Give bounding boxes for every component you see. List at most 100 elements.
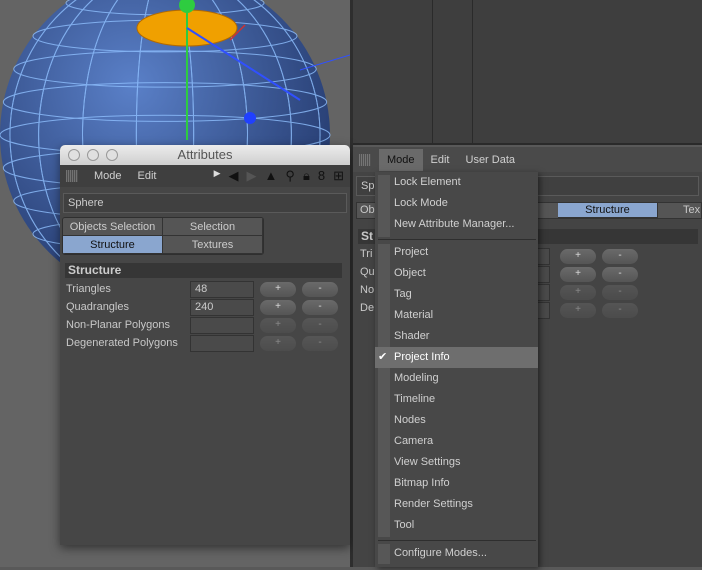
minimize-button[interactable] <box>87 149 99 161</box>
menu-item[interactable]: Bitmap Info <box>375 473 538 494</box>
menu-item[interactable]: Tool <box>375 515 538 536</box>
menu-item[interactable]: ✔ Project Info <box>375 347 538 368</box>
plus-button[interactable]: + <box>560 249 596 264</box>
minus-button[interactable]: - <box>602 249 638 264</box>
degenerated-field <box>190 334 254 352</box>
menu-item-label: Modeling <box>394 372 439 384</box>
play-arrow-icon[interactable]: ▶ <box>214 168 221 184</box>
tab-structure[interactable]: Structure <box>558 203 658 218</box>
row-label: Non-Planar Polygons <box>66 319 170 331</box>
close-button[interactable] <box>68 149 80 161</box>
menu-item-label: Camera <box>394 435 434 447</box>
grip-icon[interactable] <box>66 170 78 182</box>
menu-mode[interactable]: Mode <box>379 148 423 171</box>
row-degenerated: Degenerated Polygons + - <box>66 334 350 352</box>
menu-item-label: Project Info <box>394 351 450 363</box>
minus-button[interactable]: - <box>302 299 338 315</box>
minus-button: - <box>602 303 638 318</box>
minus-button: - <box>302 317 338 333</box>
minus-button: - <box>302 335 338 351</box>
lock-icon[interactable]: 🔒︎ <box>303 168 310 184</box>
checkmark-icon: ✔ <box>378 351 388 363</box>
tab-structure[interactable]: Structure <box>63 236 163 254</box>
grip-icon[interactable] <box>359 153 371 166</box>
menu-bar: Mode Edit User Data <box>353 147 702 172</box>
tab-objects[interactable]: Ob <box>360 203 375 218</box>
menu-separator <box>378 540 536 541</box>
menu-item[interactable]: New Attribute Manager... <box>375 214 538 235</box>
menu-item[interactable]: Lock Element <box>375 172 538 193</box>
plus-button: + <box>560 285 596 300</box>
plus-button[interactable]: + <box>260 299 296 315</box>
menu-bar: Mode Edit ▶ ◀ ▶ ▲ ⚲ 🔒︎ 8 ⊞ <box>60 165 350 187</box>
plus-button[interactable]: + <box>260 281 296 297</box>
search-icon[interactable]: ⚲ <box>285 168 295 184</box>
quadrangles-field[interactable]: 240 <box>190 298 254 316</box>
menu-item[interactable]: Timeline <box>375 389 538 410</box>
row-label: Degenerated Polygons <box>66 337 178 349</box>
menu-item-label: Render Settings <box>394 498 473 510</box>
timeline-panel <box>353 0 702 145</box>
minus-button[interactable]: - <box>602 267 638 282</box>
triangles-field[interactable]: 48 <box>190 280 254 298</box>
object-name: Sphere <box>63 193 347 213</box>
non-planar-field <box>190 316 254 334</box>
link-icon[interactable]: 8 <box>318 168 325 184</box>
menu-item[interactable]: Render Settings <box>375 494 538 515</box>
menu-edit[interactable]: Edit <box>423 149 458 171</box>
plus-button: + <box>260 335 296 351</box>
zoom-button[interactable] <box>106 149 118 161</box>
menu-mode[interactable]: Mode <box>86 165 130 187</box>
menu-item[interactable]: Modeling <box>375 368 538 389</box>
row-label: De <box>360 302 375 314</box>
mode-dropdown-menu: Lock Element Lock Mode New Attribute Manag… <box>375 172 538 567</box>
tab-selection[interactable]: Selection <box>163 218 263 236</box>
row-label: Triangles <box>66 283 111 295</box>
minus-button: - <box>602 285 638 300</box>
tab-group: Objects Selection Selection Structure Te… <box>62 217 264 255</box>
menu-item-label: Tag <box>394 288 412 300</box>
minus-button[interactable]: - <box>302 281 338 297</box>
menu-item-label: Material <box>394 309 434 321</box>
row-label: Quadrangles <box>66 301 129 313</box>
window-title: Attributes <box>177 147 233 162</box>
menu-item-configure-modes[interactable]: Configure Modes... <box>375 543 538 564</box>
menu-item[interactable]: View Settings <box>375 452 538 473</box>
new-panel-icon[interactable]: ⊞ <box>333 168 344 184</box>
plus-button: + <box>260 317 296 333</box>
menu-item-label: Object <box>394 267 426 279</box>
menu-item[interactable]: Lock Mode <box>375 193 538 214</box>
menu-separator <box>378 239 536 240</box>
menu-item[interactable]: Tag <box>375 284 538 305</box>
back-arrow-icon[interactable]: ◀ <box>229 168 239 184</box>
row-label: Tri <box>360 248 373 260</box>
menu-item-label: Project <box>394 246 429 258</box>
menu-item[interactable]: Camera <box>375 431 538 452</box>
menu-item-label: Nodes <box>394 414 426 426</box>
menu-item-label: Timeline <box>394 393 436 405</box>
plus-button[interactable]: + <box>560 267 596 282</box>
tab-objects-selection[interactable]: Objects Selection <box>63 218 163 236</box>
section-header: Structure <box>65 263 342 278</box>
row-non-planar: Non-Planar Polygons + - <box>66 316 350 334</box>
menu-item-label: Bitmap Info <box>394 477 450 489</box>
row-quadrangles: Quadrangles 240 + - <box>66 298 350 316</box>
tab-textures[interactable]: Textures <box>163 236 263 254</box>
menu-item[interactable]: Object <box>375 263 538 284</box>
menu-item[interactable]: Project <box>375 242 538 263</box>
title-bar[interactable]: Attributes <box>60 145 350 165</box>
menu-item-label: View Settings <box>394 456 461 468</box>
menu-item[interactable]: Shader <box>375 326 538 347</box>
menu-edit[interactable]: Edit <box>130 165 165 187</box>
tab-textures[interactable]: Tex <box>683 203 700 218</box>
menu-item-label: Shader <box>394 330 430 342</box>
menu-item[interactable]: Nodes <box>375 410 538 431</box>
row-triangles: Triangles 48 + - <box>66 280 350 298</box>
row-label: Qu <box>360 266 375 278</box>
menu-item-label: Tool <box>394 519 415 531</box>
up-arrow-icon[interactable]: ▲ <box>265 168 278 184</box>
menu-item[interactable]: Material <box>375 305 538 326</box>
forward-arrow-icon[interactable]: ▶ <box>247 168 257 184</box>
menu-user-data[interactable]: User Data <box>458 149 524 171</box>
row-label: No <box>360 284 375 296</box>
